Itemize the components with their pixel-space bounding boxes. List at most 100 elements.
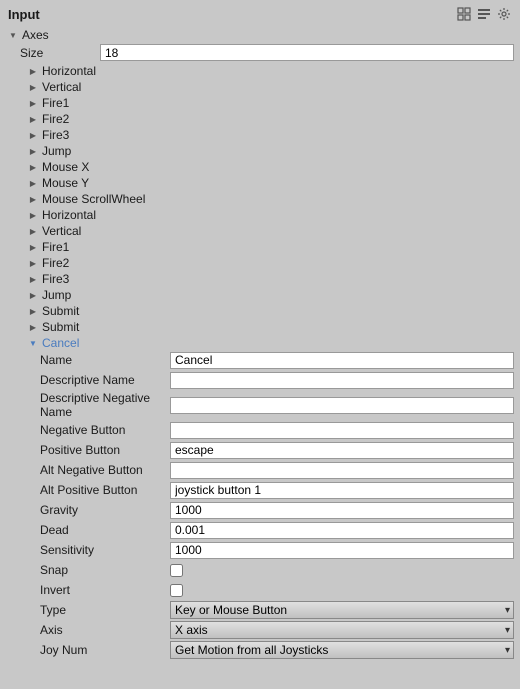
item-label: Fire3 <box>40 272 69 286</box>
list-item[interactable]: ▶ Fire2 <box>26 111 514 127</box>
item-label: Fire2 <box>40 256 69 270</box>
item-arrow: ▶ <box>26 224 40 238</box>
prop-alt-positive-button-row: Alt Positive Button <box>40 481 514 499</box>
prop-descriptive-name-label: Descriptive Name <box>40 373 170 387</box>
prop-descriptive-negative-name-input[interactable] <box>170 397 514 414</box>
list-item[interactable]: ▶ Fire3 <box>26 271 514 287</box>
item-arrow: ▶ <box>26 320 40 334</box>
cancel-item[interactable]: ▼ Cancel <box>26 335 514 351</box>
prop-alt-negative-button-label: Alt Negative Button <box>40 463 170 477</box>
item-label: Jump <box>40 144 71 158</box>
prop-name-label: Name <box>40 353 170 367</box>
item-label: Mouse ScrollWheel <box>40 192 145 206</box>
prop-name-row: Name <box>40 351 514 369</box>
prop-axis-select-wrapper: X axis Y axis 3rd axis 4th axis <box>170 621 514 639</box>
item-label: Submit <box>40 320 79 334</box>
list-item[interactable]: ▶ Horizontal <box>26 63 514 79</box>
item-label: Jump <box>40 288 71 302</box>
axes-size-label: Size <box>20 46 100 60</box>
list-item[interactable]: ▶ Jump <box>26 143 514 159</box>
item-label: Fire2 <box>40 112 69 126</box>
prop-positive-button-input[interactable] <box>170 442 514 459</box>
prop-dead-label: Dead <box>40 523 170 537</box>
list-item[interactable]: ▶ Mouse Y <box>26 175 514 191</box>
prop-joynum-row: Joy Num Get Motion from all Joysticks Jo… <box>40 641 514 659</box>
gear-icon[interactable] <box>496 6 512 22</box>
axes-size-row: Size <box>6 44 514 61</box>
prop-negative-button-label: Negative Button <box>40 423 170 437</box>
grid-icon[interactable] <box>456 6 472 22</box>
prop-axis-select[interactable]: X axis Y axis 3rd axis 4th axis <box>170 621 514 639</box>
list-item[interactable]: ▶ Fire2 <box>26 255 514 271</box>
prop-descriptive-name-input[interactable] <box>170 372 514 389</box>
prop-sensitivity-label: Sensitivity <box>40 543 170 557</box>
list-item[interactable]: ▶ Jump <box>26 287 514 303</box>
header-icons <box>456 6 512 22</box>
prop-positive-button-label: Positive Button <box>40 443 170 457</box>
prop-invert-label: Invert <box>40 583 170 597</box>
prop-invert-row: Invert <box>40 581 514 599</box>
item-arrow: ▶ <box>26 96 40 110</box>
prop-descriptive-negative-name-label: Descriptive Negative Name <box>40 391 170 419</box>
prop-type-label: Type <box>40 603 170 617</box>
list-item[interactable]: ▶ Horizontal <box>26 207 514 223</box>
prop-joynum-label: Joy Num <box>40 643 170 657</box>
prop-type-row: Type Key or Mouse Button Mouse Movement … <box>40 601 514 619</box>
prop-alt-negative-button-input[interactable] <box>170 462 514 479</box>
item-arrow: ▶ <box>26 240 40 254</box>
prop-gravity-label: Gravity <box>40 503 170 517</box>
prop-snap-checkbox[interactable] <box>170 564 183 577</box>
list-item[interactable]: ▶ Mouse ScrollWheel <box>26 191 514 207</box>
panel-header: Input <box>0 0 520 26</box>
item-arrow: ▶ <box>26 144 40 158</box>
item-arrow: ▶ <box>26 272 40 286</box>
list-item[interactable]: ▶ Submit <box>26 319 514 335</box>
list-item[interactable]: ▶ Fire1 <box>26 239 514 255</box>
prop-alt-negative-button-row: Alt Negative Button <box>40 461 514 479</box>
list-item[interactable]: ▶ Mouse X <box>26 159 514 175</box>
input-panel: Input ▼ Axes Size ▶ <box>0 0 520 689</box>
prop-snap-row: Snap <box>40 561 514 579</box>
item-arrow: ▶ <box>26 192 40 206</box>
prop-axis-row: Axis X axis Y axis 3rd axis 4th axis <box>40 621 514 639</box>
prop-dead-input[interactable] <box>170 522 514 539</box>
prop-snap-label: Snap <box>40 563 170 577</box>
item-arrow: ▶ <box>26 128 40 142</box>
axes-size-input[interactable] <box>100 44 514 61</box>
layout-icon[interactable] <box>476 6 492 22</box>
item-arrow: ▶ <box>26 160 40 174</box>
prop-joynum-select-wrapper: Get Motion from all Joysticks Joystick 1… <box>170 641 514 659</box>
axes-label: Axes <box>20 28 49 42</box>
item-arrow: ▶ <box>26 112 40 126</box>
list-item[interactable]: ▶ Vertical <box>26 79 514 95</box>
cancel-properties: Name Descriptive Name Descriptive Negati… <box>26 351 514 659</box>
prop-alt-positive-button-label: Alt Positive Button <box>40 483 170 497</box>
item-label: Mouse Y <box>40 176 89 190</box>
list-item[interactable]: ▶ Submit <box>26 303 514 319</box>
prop-alt-positive-button-input[interactable] <box>170 482 514 499</box>
prop-name-input[interactable] <box>170 352 514 369</box>
item-label: Horizontal <box>40 208 96 222</box>
prop-sensitivity-input[interactable] <box>170 542 514 559</box>
prop-negative-button-input[interactable] <box>170 422 514 439</box>
list-item[interactable]: ▶ Fire3 <box>26 127 514 143</box>
prop-sensitivity-row: Sensitivity <box>40 541 514 559</box>
cancel-label: Cancel <box>40 336 79 350</box>
axes-section-header[interactable]: ▼ Axes <box>6 26 514 44</box>
list-item[interactable]: ▶ Fire1 <box>26 95 514 111</box>
prop-gravity-input[interactable] <box>170 502 514 519</box>
prop-positive-button-row: Positive Button <box>40 441 514 459</box>
panel-title: Input <box>8 7 40 22</box>
prop-type-select[interactable]: Key or Mouse Button Mouse Movement Joyst… <box>170 601 514 619</box>
panel-content: ▼ Axes Size ▶ Horizontal ▶ Vertical ▶ Fi… <box>0 26 520 689</box>
prop-joynum-select[interactable]: Get Motion from all Joysticks Joystick 1… <box>170 641 514 659</box>
list-item[interactable]: ▶ Vertical <box>26 223 514 239</box>
item-label: Submit <box>40 304 79 318</box>
item-arrow: ▶ <box>26 176 40 190</box>
item-arrow: ▶ <box>26 64 40 78</box>
item-arrow: ▶ <box>26 256 40 270</box>
cancel-arrow: ▼ <box>26 336 40 350</box>
item-label: Fire1 <box>40 240 69 254</box>
item-label: Horizontal <box>40 64 96 78</box>
prop-invert-checkbox[interactable] <box>170 584 183 597</box>
